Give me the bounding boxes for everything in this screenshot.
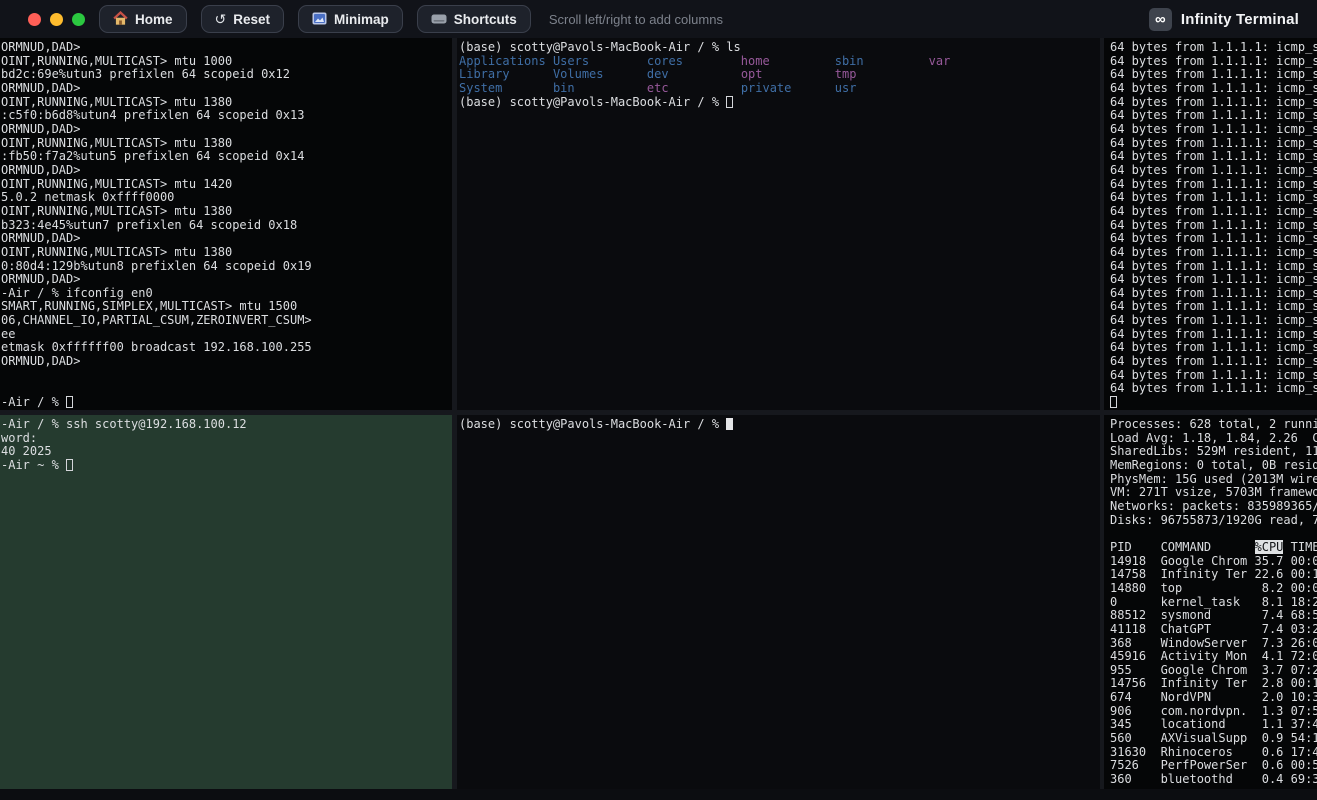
terminal-pane-ifconfig[interactable]: ORMNUD,DAD>OINT,RUNNING,MULTICAST> mtu 1… xyxy=(0,38,452,410)
minimize-button[interactable] xyxy=(50,13,63,26)
reset-icon: ↺ xyxy=(215,12,227,26)
terminal-pane-ping[interactable]: 64 bytes from 1.1.1.1: icmp_s64 bytes fr… xyxy=(1104,38,1317,410)
close-button[interactable] xyxy=(28,13,41,26)
reset-button[interactable]: ↺ Reset xyxy=(201,5,285,33)
minimap-icon xyxy=(312,12,327,27)
window-controls xyxy=(14,13,85,26)
minimap-button[interactable]: Minimap xyxy=(298,5,403,33)
terminal-pane-ssh[interactable]: -Air / % ssh scotty@192.168.100.12word:4… xyxy=(0,415,452,789)
shortcuts-icon xyxy=(431,12,447,26)
reset-button-label: Reset xyxy=(233,12,270,27)
bottom-bar xyxy=(0,789,1317,800)
app-title: Infinity Terminal xyxy=(1181,11,1299,28)
home-button[interactable]: Home xyxy=(99,5,187,33)
titlebar: Home ↺ Reset Minimap Sho xyxy=(0,0,1317,38)
shortcuts-button[interactable]: Shortcuts xyxy=(417,5,531,33)
shortcuts-button-label: Shortcuts xyxy=(454,12,517,27)
app-title-group: ∞ Infinity Terminal xyxy=(1149,8,1303,31)
terminal-pane-ls[interactable]: (base) scotty@Pavols-MacBook-Air / % lsA… xyxy=(457,38,1100,410)
home-button-label: Home xyxy=(135,12,173,27)
home-icon xyxy=(113,11,128,28)
zoom-button[interactable] xyxy=(72,13,85,26)
infinity-terminal-window: Home ↺ Reset Minimap Sho xyxy=(0,0,1317,800)
minimap-button-label: Minimap xyxy=(334,12,389,27)
infinity-icon: ∞ xyxy=(1149,8,1172,31)
terminal-pane-prompt[interactable]: (base) scotty@Pavols-MacBook-Air / % xyxy=(457,415,1100,789)
scroll-hint-text: Scroll left/right to add columns xyxy=(549,12,723,27)
terminal-pane-top[interactable]: Processes: 628 total, 2 runniLoad Avg: 1… xyxy=(1104,415,1317,789)
